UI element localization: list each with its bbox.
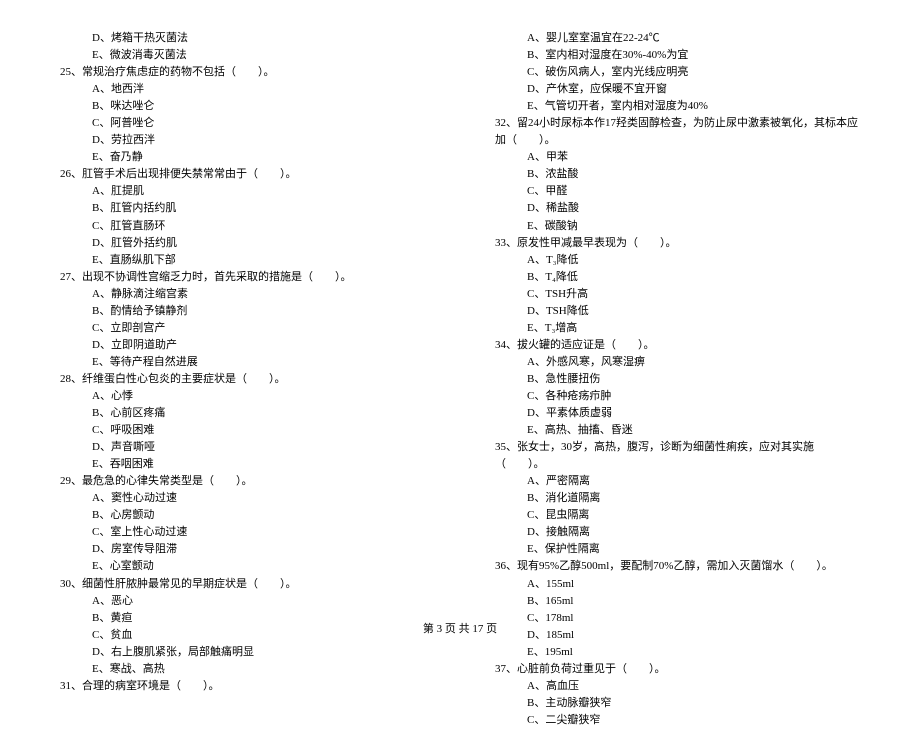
option-line: B、心前区疼痛: [60, 405, 425, 422]
option-line: B、主动脉瓣狭窄: [495, 695, 860, 712]
option-line: D、肛管外括约肌: [60, 235, 425, 252]
option-line: A、恶心: [60, 593, 425, 610]
option-line: E、碳酸钠: [495, 218, 860, 235]
option-line: B、咪达唑仑: [60, 98, 425, 115]
option-line: D、平素体质虚弱: [495, 405, 860, 422]
option-line: C、破伤风病人，室内光线应明亮: [495, 64, 860, 81]
option-line: B、室内相对湿度在30%-40%为宜: [495, 47, 860, 64]
option-line: A、T₃降低: [495, 252, 860, 269]
question-line: 31、合理的病室环境是（ ）。: [60, 678, 425, 695]
option-line: D、房室传导阻滞: [60, 541, 425, 558]
question-line: 29、最危急的心律失常类型是（ ）。: [60, 473, 425, 490]
option-line: D、立即阴道助产: [60, 337, 425, 354]
option-line: C、TSH升高: [495, 286, 860, 303]
option-line: A、窦性心动过速: [60, 490, 425, 507]
option-line: D、产休室，应保暖不宜开窗: [495, 81, 860, 98]
question-line: 26、肛管手术后出现排便失禁常常由于（ ）。: [60, 166, 425, 183]
left-column: D、烤箱干热灭菌法E、微波消毒灭菌法25、常规治疗焦虑症的药物不包括（ ）。A、…: [60, 30, 425, 600]
option-line: C、二尖瓣狭窄: [495, 712, 860, 729]
question-line: 25、常规治疗焦虑症的药物不包括（ ）。: [60, 64, 425, 81]
option-line: A、婴儿室室温宜在22-24℃: [495, 30, 860, 47]
question-line: 30、细菌性肝脓肿最常见的早期症状是（ ）。: [60, 576, 425, 593]
option-line: D、TSH降低: [495, 303, 860, 320]
option-line: D、接触隔离: [495, 524, 860, 541]
option-line: E、高热、抽搐、昏迷: [495, 422, 860, 439]
option-line: E、心室颤动: [60, 558, 425, 575]
option-line: A、心悸: [60, 388, 425, 405]
option-line: E、寒战、高热: [60, 661, 425, 678]
question-line: 37、心脏前负荷过重见于（ ）。: [495, 661, 860, 678]
option-line: B、急性腰扭伤: [495, 371, 860, 388]
option-line: B、165ml: [495, 593, 860, 610]
question-line: 32、留24小时尿标本作17羟类固醇检查，为防止尿中激素被氧化，其标本应加（ ）…: [495, 115, 860, 149]
option-line: D、稀盐酸: [495, 200, 860, 217]
option-line: C、阿普唑仑: [60, 115, 425, 132]
option-line: D、烤箱干热灭菌法: [60, 30, 425, 47]
option-line: B、酌情给予镇静剂: [60, 303, 425, 320]
page-columns: D、烤箱干热灭菌法E、微波消毒灭菌法25、常规治疗焦虑症的药物不包括（ ）。A、…: [60, 30, 860, 600]
option-line: E、奋乃静: [60, 149, 425, 166]
option-line: B、肛管内括约肌: [60, 200, 425, 217]
question-line: 34、拔火罐的适应证是（ ）。: [495, 337, 860, 354]
option-line: E、吞咽困难: [60, 456, 425, 473]
option-line: E、T₃增高: [495, 320, 860, 337]
option-line: A、肛提肌: [60, 183, 425, 200]
option-line: E、直肠纵肌下部: [60, 252, 425, 269]
option-line: C、甲醛: [495, 183, 860, 200]
option-line: C、昆虫隔离: [495, 507, 860, 524]
option-line: A、外感风寒，风寒湿痹: [495, 354, 860, 371]
option-line: D、声音嘶哑: [60, 439, 425, 456]
right-column: A、婴儿室室温宜在22-24℃B、室内相对湿度在30%-40%为宜C、破伤风病人…: [495, 30, 860, 600]
option-line: A、严密隔离: [495, 473, 860, 490]
option-line: A、155ml: [495, 576, 860, 593]
option-line: E、气管切开者，室内相对湿度为40%: [495, 98, 860, 115]
option-line: A、高血压: [495, 678, 860, 695]
option-line: E、微波消毒灭菌法: [60, 47, 425, 64]
option-line: A、地西泮: [60, 81, 425, 98]
option-line: C、室上性心动过速: [60, 524, 425, 541]
option-line: B、T₄降低: [495, 269, 860, 286]
option-line: C、各种疮疡疖肿: [495, 388, 860, 405]
option-line: C、呼吸困难: [60, 422, 425, 439]
option-line: E、等待产程自然进展: [60, 354, 425, 371]
option-line: B、浓盐酸: [495, 166, 860, 183]
option-line: A、甲苯: [495, 149, 860, 166]
option-line: E、195ml: [495, 644, 860, 661]
question-line: 28、纤维蛋白性心包炎的主要症状是（ ）。: [60, 371, 425, 388]
option-line: D、右上腹肌紧张，局部触痛明显: [60, 644, 425, 661]
question-line: 27、出现不协调性宫缩乏力时，首先采取的措施是（ ）。: [60, 269, 425, 286]
option-line: E、保护性隔离: [495, 541, 860, 558]
question-line: 33、原发性甲减最早表现为（ ）。: [495, 235, 860, 252]
option-line: A、静脉滴注缩宫素: [60, 286, 425, 303]
option-line: D、劳拉西泮: [60, 132, 425, 149]
option-line: C、肛管直肠环: [60, 218, 425, 235]
question-line: 35、张女士，30岁，高热，腹泻，诊断为细菌性痢疾，应对其实施（ ）。: [495, 439, 860, 473]
option-line: C、立即剖宫产: [60, 320, 425, 337]
option-line: B、心房颤动: [60, 507, 425, 524]
page-footer: 第 3 页 共 17 页: [0, 620, 920, 636]
option-line: B、消化道隔离: [495, 490, 860, 507]
question-line: 36、现有95%乙醇500ml，要配制70%乙醇，需加入灭菌馏水（ ）。: [495, 558, 860, 575]
